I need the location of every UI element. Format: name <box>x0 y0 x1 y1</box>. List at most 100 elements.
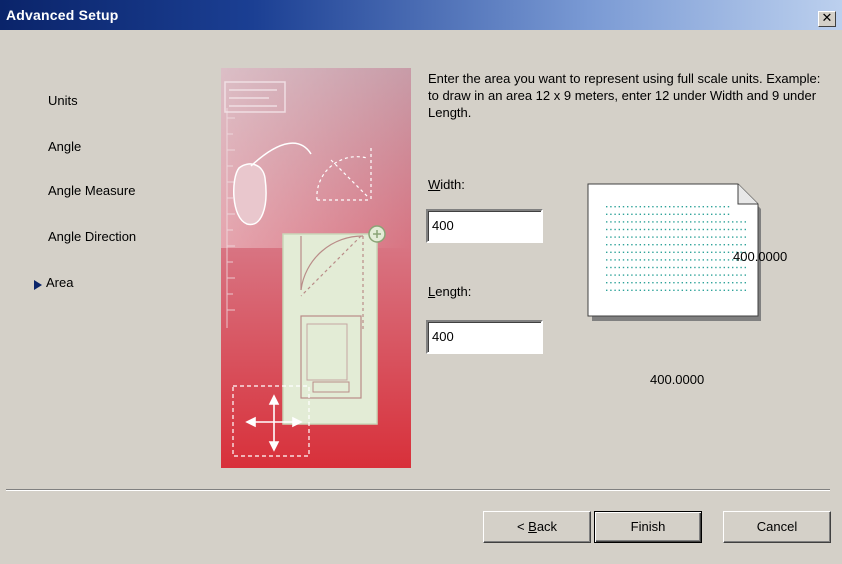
grid-dot <box>715 221 717 223</box>
grid-dot <box>610 213 612 215</box>
grid-dot <box>606 221 608 223</box>
grid-dot <box>732 244 734 246</box>
grid-dot <box>698 274 700 276</box>
grid-dot <box>681 289 683 291</box>
grid-dot <box>635 289 637 291</box>
grid-dot <box>685 206 688 208</box>
grid-dot <box>639 289 641 291</box>
grid-dot <box>706 228 709 231</box>
grid-dot <box>681 251 683 253</box>
grid-dot <box>711 228 713 231</box>
grid-dot <box>606 266 608 269</box>
grid-dot <box>740 221 742 223</box>
grid-dot <box>673 259 675 261</box>
grid-dot <box>639 259 641 261</box>
grid-dot <box>618 266 620 269</box>
grid-dot <box>706 282 709 284</box>
grid-dot <box>614 228 616 231</box>
grid-dot <box>702 244 704 246</box>
grid-dot <box>631 266 633 269</box>
grid-dot <box>673 228 675 231</box>
grid-dot <box>740 289 742 291</box>
grid-dot <box>635 282 637 284</box>
grid-dot <box>702 213 704 215</box>
grid-dot <box>669 213 671 215</box>
grid-dot <box>652 266 654 269</box>
grid-dot <box>610 289 612 291</box>
grid-dot <box>719 266 721 269</box>
grid-dot <box>656 213 658 215</box>
grid-dot <box>694 282 696 284</box>
width-input[interactable]: 400 <box>426 209 543 243</box>
grid-dot <box>702 206 704 208</box>
grid-dot <box>606 274 608 276</box>
grid-dot <box>715 282 717 284</box>
grid-dot <box>643 251 646 253</box>
grid-dot <box>727 236 730 238</box>
back-button[interactable]: < Back <box>483 511 591 543</box>
grid-dot <box>690 259 692 261</box>
grid-dot <box>669 206 671 208</box>
grid-dot <box>669 289 671 291</box>
finish-button[interactable]: Finish <box>594 511 702 543</box>
grid-dot <box>744 228 746 231</box>
grid-dot <box>702 259 704 261</box>
grid-dot <box>744 289 746 291</box>
grid-dot <box>727 259 730 261</box>
grid-dot <box>643 274 646 276</box>
grid-dot <box>606 228 608 231</box>
grid-dot <box>610 274 612 276</box>
grid-dot <box>690 228 692 231</box>
grid-dot <box>622 274 625 276</box>
grid-dot <box>610 228 612 231</box>
grid-dot <box>744 266 746 269</box>
grid-dot <box>698 206 700 208</box>
grid-dot <box>660 221 662 223</box>
step-angle-measure: Angle Measure <box>48 183 136 198</box>
grid-dot <box>631 206 633 208</box>
grid-dot <box>681 221 683 223</box>
grid-dot <box>639 221 641 223</box>
grid-dot <box>627 259 629 261</box>
grid-dot <box>627 221 629 223</box>
grid-dot <box>643 266 646 269</box>
grid-dot <box>606 244 608 246</box>
grid-dot <box>723 289 725 291</box>
grid-dot <box>635 213 637 215</box>
grid-dot <box>685 213 688 215</box>
grid-dot <box>648 244 650 246</box>
close-button[interactable]: ✕ <box>818 11 836 27</box>
back-prefix: < <box>516 519 529 534</box>
grid-dot <box>685 282 688 284</box>
grid-dot <box>727 289 730 291</box>
grid-dot <box>643 236 646 238</box>
grid-dot <box>685 236 688 238</box>
grid-dot <box>702 221 704 223</box>
grid-dot <box>660 236 662 238</box>
grid-dot <box>606 213 608 215</box>
grid-dot <box>677 221 679 223</box>
grid-dot <box>635 274 637 276</box>
grid-dot <box>643 259 646 261</box>
grid-dot <box>677 289 679 291</box>
vertical-dimension: 400.0000 <box>650 372 705 387</box>
grid-dot <box>618 289 620 291</box>
grid-dot <box>635 221 637 223</box>
length-input[interactable]: 400 <box>426 320 543 354</box>
grid-dot <box>732 221 734 223</box>
cancel-button[interactable]: Cancel <box>723 511 831 543</box>
grid-dot <box>694 274 696 276</box>
grid-dot <box>727 206 730 208</box>
grid-dot <box>648 236 650 238</box>
grid-dot <box>610 206 612 208</box>
grid-dot <box>664 289 667 291</box>
grid-dot <box>698 244 700 246</box>
grid-dot <box>648 259 650 261</box>
grid-dot <box>694 228 696 231</box>
grid-dot <box>715 266 717 269</box>
grid-dot <box>715 244 717 246</box>
grid-dot <box>677 274 679 276</box>
grid-dot <box>685 244 688 246</box>
grid-dot <box>610 266 612 269</box>
grid-dot <box>698 213 700 215</box>
